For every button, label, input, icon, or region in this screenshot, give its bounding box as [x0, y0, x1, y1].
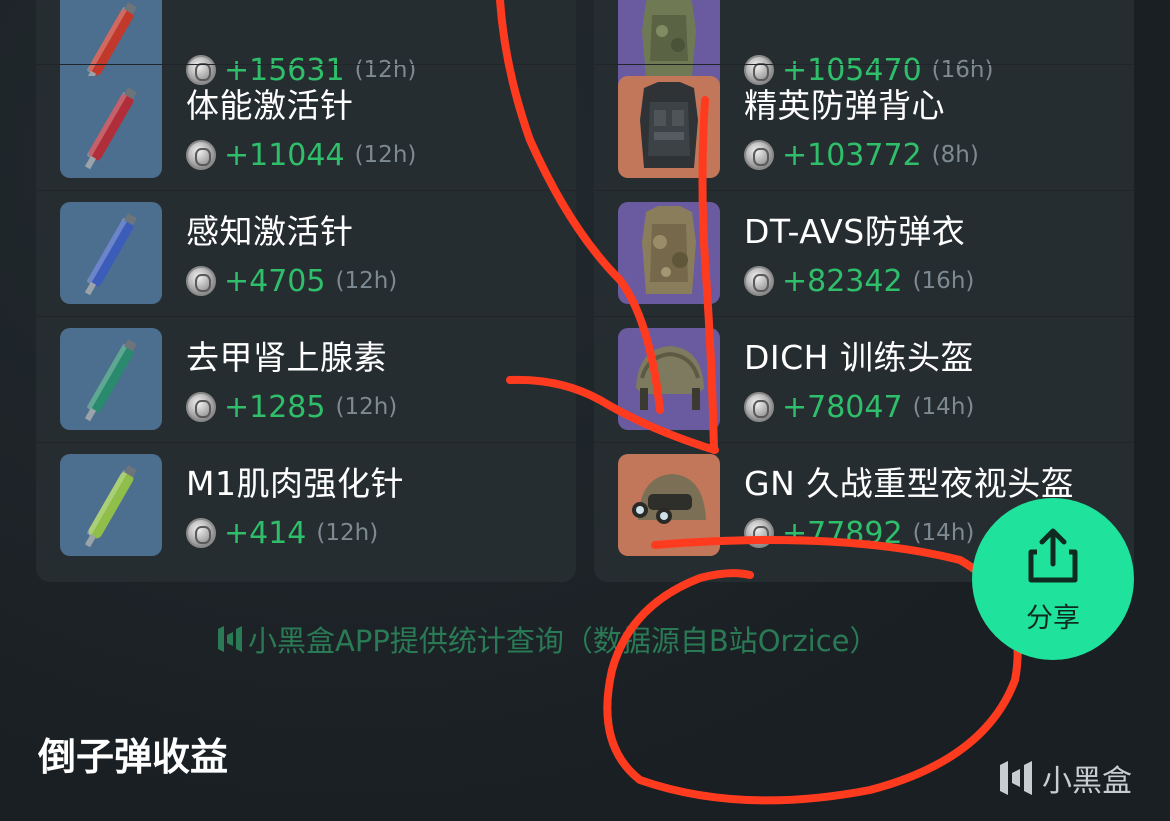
- item-value: +82342: [782, 263, 903, 299]
- helmet-icon: [618, 328, 720, 430]
- item-duration: (14h): [912, 520, 975, 546]
- list-item[interactable]: 精英防弹背心 +103772 (8h): [594, 64, 1134, 190]
- item-stat: +103772 (8h): [744, 135, 979, 175]
- item-stat: +1285 (12h): [186, 387, 397, 427]
- data-source-note: 小黑盒APP提供统计查询（数据源自B站Orzice）: [212, 618, 879, 660]
- right-item-list: +105470 (16h) 精英防弹背心 +103772 (8h) DT-AVS…: [594, 0, 1134, 582]
- item-name: DICH 训练头盔: [744, 338, 974, 377]
- data-source-text: 小黑盒APP提供统计查询（数据源自B站Orzice）: [248, 624, 879, 658]
- item-stat: +82342 (16h): [744, 261, 974, 301]
- coin-icon: [186, 518, 216, 548]
- item-duration: (12h): [335, 268, 398, 294]
- item-value: +77892: [782, 515, 903, 551]
- heybox-logo-icon: [218, 626, 242, 652]
- coin-icon: [744, 518, 774, 548]
- coin-icon: [186, 392, 216, 422]
- watermark-text: 小黑盒: [1042, 764, 1132, 799]
- night-vision-helmet-icon: [618, 454, 720, 556]
- item-duration: (12h): [354, 142, 417, 168]
- coin-icon: [186, 266, 216, 296]
- item-stat: +77892 (14h): [744, 513, 974, 553]
- share-icon: [1028, 528, 1078, 583]
- item-duration: (16h): [912, 268, 975, 294]
- item-value: +103772: [782, 137, 922, 173]
- item-stat: +4705 (12h): [186, 261, 397, 301]
- item-duration: (12h): [335, 394, 398, 420]
- item-stat: +78047 (14h): [744, 387, 974, 427]
- list-item[interactable]: 体能激活针 +11044 (12h): [36, 64, 576, 190]
- body-armor-icon: [618, 76, 720, 178]
- share-label: 分享: [1026, 603, 1080, 634]
- item-name: M1肌肉强化针: [186, 464, 404, 503]
- item-stat: +11044 (12h): [186, 135, 416, 175]
- section-title: 倒子弹收益: [38, 735, 229, 779]
- coin-icon: [744, 140, 774, 170]
- list-item[interactable]: M1肌肉强化针 +414 (12h): [36, 442, 576, 568]
- item-value: +1285: [224, 389, 326, 425]
- list-item[interactable]: DT-AVS防弹衣 +82342 (16h): [594, 190, 1134, 316]
- syringe-icon: [60, 328, 162, 430]
- item-name: DT-AVS防弹衣: [744, 212, 966, 251]
- syringe-icon: [60, 76, 162, 178]
- syringe-icon: [60, 202, 162, 304]
- watermark: 小黑盒: [996, 756, 1132, 800]
- left-item-list: +15631 (12h) 体能激活针 +11044 (12h) 感知激活针 +4…: [36, 0, 576, 582]
- item-name: 精英防弹背心: [744, 86, 945, 125]
- list-item[interactable]: 感知激活针 +4705 (12h): [36, 190, 576, 316]
- item-duration: (12h): [316, 520, 379, 546]
- item-name: 体能激活针: [186, 86, 354, 125]
- item-value: +4705: [224, 263, 326, 299]
- item-stat: +414 (12h): [186, 513, 378, 553]
- item-value: +11044: [224, 137, 345, 173]
- item-name: GN 久战重型夜视头盔: [744, 464, 1075, 503]
- list-item[interactable]: DICH 训练头盔 +78047 (14h): [594, 316, 1134, 442]
- list-item[interactable]: 去甲肾上腺素 +1285 (12h): [36, 316, 576, 442]
- coin-icon: [186, 140, 216, 170]
- item-duration: (8h): [931, 142, 979, 168]
- syringe-icon: [60, 454, 162, 556]
- body-armor-icon: [618, 202, 720, 304]
- item-name: 去甲肾上腺素: [186, 338, 387, 377]
- item-duration: (14h): [912, 394, 975, 420]
- share-button[interactable]: 分享: [972, 498, 1134, 660]
- heybox-watermark-icon: [1000, 761, 1032, 795]
- coin-icon: [744, 392, 774, 422]
- item-value: +414: [224, 515, 307, 551]
- item-value: +78047: [782, 389, 903, 425]
- item-name: 感知激活针: [186, 212, 354, 251]
- coin-icon: [744, 266, 774, 296]
